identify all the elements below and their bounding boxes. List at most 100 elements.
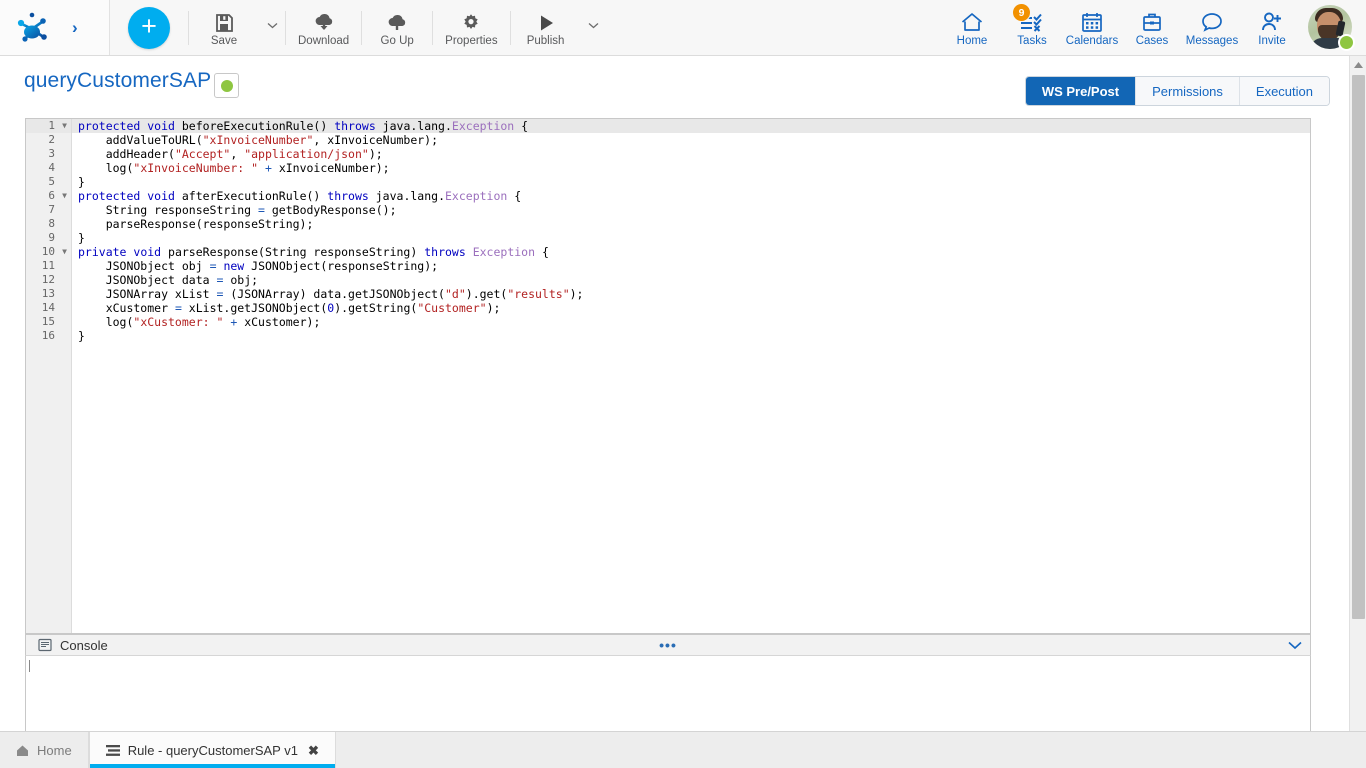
code-token: "Customer" <box>417 301 486 315</box>
publish-dropdown-chevron-icon[interactable] <box>581 0 607 57</box>
publish-button[interactable]: Publish <box>511 0 581 55</box>
taskbar-tab-home[interactable]: Home <box>0 732 89 768</box>
code-token: Exception <box>452 119 514 133</box>
taskbar-tab-rule[interactable]: Rule - queryCustomerSAP v1 ✖ <box>89 732 336 768</box>
nav-invite-button[interactable]: Invite <box>1242 0 1302 55</box>
gutter-line-number[interactable]: 14 <box>26 301 71 315</box>
download-cloud-icon <box>313 7 335 33</box>
status-badge[interactable] <box>214 73 239 98</box>
code-token: log( <box>78 161 133 175</box>
gutter-line-number[interactable]: 13 <box>26 287 71 301</box>
code-token: java.lang. <box>376 119 452 133</box>
save-disk-icon <box>214 7 234 33</box>
code-token: + <box>265 161 272 175</box>
console-drag-handle[interactable]: ••• <box>659 638 677 652</box>
logo-zone: › <box>0 0 110 55</box>
tab-execution[interactable]: Execution <box>1240 77 1329 105</box>
code-token: addHeader( <box>78 147 175 161</box>
gutter-line-number[interactable]: 1▼ <box>26 119 71 133</box>
gutter-line-number[interactable]: 6▼ <box>26 189 71 203</box>
console-output[interactable] <box>25 656 1311 734</box>
code-token: ).get( <box>466 287 508 301</box>
gutter-line-number[interactable]: 15 <box>26 315 71 329</box>
code-line[interactable]: log("xInvoiceNumber: " + xInvoiceNumber)… <box>72 161 1310 175</box>
code-token: addValueToURL( <box>78 133 203 147</box>
editor-gutter[interactable]: 1▼23456▼78910▼111213141516 <box>26 119 72 633</box>
code-token: JSONObject data <box>78 273 216 287</box>
page-vertical-scrollbar[interactable] <box>1349 56 1366 746</box>
gutter-line-number[interactable]: 16 <box>26 329 71 343</box>
code-line[interactable]: JSONObject data = obj; <box>72 273 1310 287</box>
code-token: ); <box>369 147 383 161</box>
expand-menu-chevron-icon[interactable]: › <box>72 19 78 36</box>
gutter-line-number[interactable]: 12 <box>26 273 71 287</box>
bizagi-paw-logo-icon[interactable] <box>10 11 54 45</box>
chevron-down-icon[interactable] <box>1288 638 1302 653</box>
gutter-line-number[interactable]: 9 <box>26 231 71 245</box>
properties-label: Properties <box>445 36 497 48</box>
code-line[interactable]: JSONArray xList = (JSONArray) data.getJS… <box>72 287 1310 301</box>
properties-button[interactable]: Properties <box>433 0 509 55</box>
code-line-text: private void parseResponse(String respon… <box>72 245 549 259</box>
code-token: String responseString <box>78 203 258 217</box>
gutter-line-number[interactable]: 7 <box>26 203 71 217</box>
code-token: "d" <box>445 287 466 301</box>
code-fold-chevron-icon[interactable]: ▼ <box>62 189 67 203</box>
taskbar-tab-home-label: Home <box>37 743 72 758</box>
code-line[interactable]: String responseString = getBodyResponse(… <box>72 203 1310 217</box>
nav-calendars-button[interactable]: Calendars <box>1062 0 1122 55</box>
gutter-line-number[interactable]: 3 <box>26 147 71 161</box>
code-line[interactable]: protected void afterExecutionRule() thro… <box>72 189 1310 203</box>
code-token: private <box>78 245 126 259</box>
download-button[interactable]: Download <box>286 0 361 55</box>
code-line-text: String responseString = getBodyResponse(… <box>72 203 397 217</box>
gutter-line-number[interactable]: 4 <box>26 161 71 175</box>
code-line[interactable]: xCustomer = xList.getJSONObject(0).getSt… <box>72 301 1310 315</box>
code-line[interactable]: protected void beforeExecutionRule() thr… <box>72 119 1310 133</box>
code-line[interactable]: private void parseResponse(String respon… <box>72 245 1310 259</box>
go-up-button[interactable]: Go Up <box>362 0 432 55</box>
gutter-line-number[interactable]: 2 <box>26 133 71 147</box>
code-line[interactable]: addValueToURL("xInvoiceNumber", xInvoice… <box>72 133 1310 147</box>
code-line[interactable]: } <box>72 175 1310 189</box>
code-token: parseResponse(responseString); <box>78 217 313 231</box>
code-token: protected <box>78 119 140 133</box>
code-line[interactable]: } <box>72 231 1310 245</box>
code-line[interactable]: JSONObject obj = new JSONObject(response… <box>72 259 1310 273</box>
save-dropdown-chevron-icon[interactable] <box>259 0 285 57</box>
nav-home-button[interactable]: Home <box>942 0 1002 55</box>
scroll-up-arrow-icon[interactable] <box>1350 56 1366 73</box>
nav-cases-button[interactable]: Cases <box>1122 0 1182 55</box>
code-editor[interactable]: 1▼23456▼78910▼111213141516 protected voi… <box>25 118 1311 634</box>
calendar-icon <box>1081 7 1103 33</box>
code-line[interactable]: addHeader("Accept", "application/json"); <box>72 147 1310 161</box>
nav-cases-label: Cases <box>1136 36 1169 48</box>
gutter-line-number[interactable]: 10▼ <box>26 245 71 259</box>
gutter-line-number[interactable]: 8 <box>26 217 71 231</box>
code-fold-chevron-icon[interactable]: ▼ <box>62 245 67 259</box>
nav-messages-button[interactable]: Messages <box>1182 0 1242 55</box>
nav-tasks-button[interactable]: 9 Tasks <box>1002 0 1062 55</box>
code-line[interactable]: parseResponse(responseString); <box>72 217 1310 231</box>
code-token: JSONObject(responseString); <box>244 259 438 273</box>
code-line[interactable]: } <box>72 329 1310 343</box>
tab-permissions[interactable]: Permissions <box>1136 77 1240 105</box>
code-token: , <box>230 147 244 161</box>
code-fold-chevron-icon[interactable]: ▼ <box>62 119 67 133</box>
scrollbar-thumb[interactable] <box>1352 75 1365 619</box>
gutter-line-number[interactable]: 5 <box>26 175 71 189</box>
save-button[interactable]: Save <box>189 0 259 55</box>
avatar[interactable] <box>1308 5 1354 51</box>
editor-code-area[interactable]: protected void beforeExecutionRule() thr… <box>72 119 1310 633</box>
gutter-line-number[interactable]: 11 <box>26 259 71 273</box>
code-token: void <box>147 119 175 133</box>
code-line-text: } <box>72 231 85 245</box>
close-icon[interactable]: ✖ <box>308 744 319 757</box>
console-window-icon <box>38 638 52 652</box>
new-item-button[interactable]: + <box>128 7 170 49</box>
console-header-bar[interactable]: Console ••• <box>25 634 1311 656</box>
tab-ws-pre-post[interactable]: WS Pre/Post <box>1026 77 1136 105</box>
code-token: } <box>78 231 85 245</box>
application-window: › + Save Download <box>0 0 1366 768</box>
code-line[interactable]: log("xCustomer: " + xCustomer); <box>72 315 1310 329</box>
